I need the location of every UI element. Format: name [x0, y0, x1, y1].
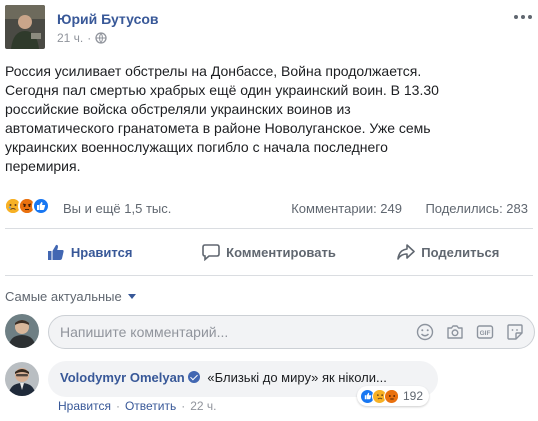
post-time[interactable]: 21 ч.	[57, 31, 83, 45]
like-button[interactable]: Нравится	[0, 234, 179, 270]
shares-count[interactable]: Поделились: 283	[425, 201, 528, 216]
camera-icon[interactable]	[446, 323, 464, 341]
chevron-down-icon	[127, 294, 136, 299]
divider	[5, 228, 533, 229]
post-header: Юрий Бутусов 21 ч. ·	[0, 0, 538, 56]
like-label: Нравится	[70, 244, 133, 260]
verified-icon	[187, 371, 200, 383]
comment-composer[interactable]: GIF	[48, 315, 535, 349]
share-button[interactable]: Поделиться	[359, 234, 538, 270]
action-separator: ·	[181, 399, 186, 413]
meta-separator: ·	[87, 31, 92, 45]
post-actions: Нравится Комментировать Поделиться	[0, 234, 538, 270]
like-icon	[47, 244, 64, 260]
post-text: Россия усиливает обстрелы на Донбассе, В…	[5, 63, 439, 174]
comment-reply-link[interactable]: Ответить	[125, 399, 176, 413]
sort-label: Самые актуальные	[5, 289, 122, 304]
comment-text: «Близькі до миру» як ніколи...	[207, 370, 387, 385]
post-meta: 21 ч. ·	[57, 31, 107, 45]
sticker-icon[interactable]	[506, 323, 524, 341]
author-avatar[interactable]	[5, 5, 45, 49]
share-label: Поделиться	[421, 244, 500, 260]
comment-author-avatar[interactable]	[5, 362, 39, 396]
reaction-summary[interactable]	[4, 197, 50, 215]
comment-time[interactable]: 22 ч.	[190, 399, 216, 413]
comment-author[interactable]: Volodymyr Omelyan	[60, 370, 185, 385]
comment-reactions[interactable]: 192	[357, 386, 430, 406]
svg-text:GIF: GIF	[480, 330, 491, 337]
comment-like-link[interactable]: Нравится	[58, 399, 111, 413]
comment-icon	[202, 244, 220, 261]
emoji-icon[interactable]	[416, 323, 434, 341]
like-icon	[32, 197, 50, 215]
current-user-avatar[interactable]	[5, 314, 39, 348]
post-stats: Вы и ещё 1,5 тыс. Комментарии: 249 Подел…	[0, 196, 538, 218]
author-name[interactable]: Юрий Бутусов	[57, 11, 159, 27]
gif-icon[interactable]: GIF	[476, 323, 494, 341]
comment-label: Комментировать	[226, 244, 336, 260]
action-separator: ·	[115, 399, 120, 413]
share-icon	[397, 244, 416, 260]
comment-actions: Нравится · Ответить · 22 ч.	[58, 399, 217, 413]
divider	[5, 275, 533, 276]
comments-count[interactable]: Комментарии: 249	[291, 201, 402, 216]
globe-icon[interactable]	[95, 32, 107, 44]
more-options-icon[interactable]	[514, 10, 532, 24]
comment-input[interactable]	[60, 324, 380, 340]
comment-sort-dropdown[interactable]: Самые актуальные	[5, 289, 136, 304]
comment-reaction-count: 192	[403, 389, 424, 403]
composer-tools: GIF	[416, 323, 524, 341]
reactions-text[interactable]: Вы и ещё 1,5 тыс.	[63, 201, 171, 216]
angry-icon	[384, 388, 399, 404]
comment-button[interactable]: Комментировать	[179, 234, 358, 270]
